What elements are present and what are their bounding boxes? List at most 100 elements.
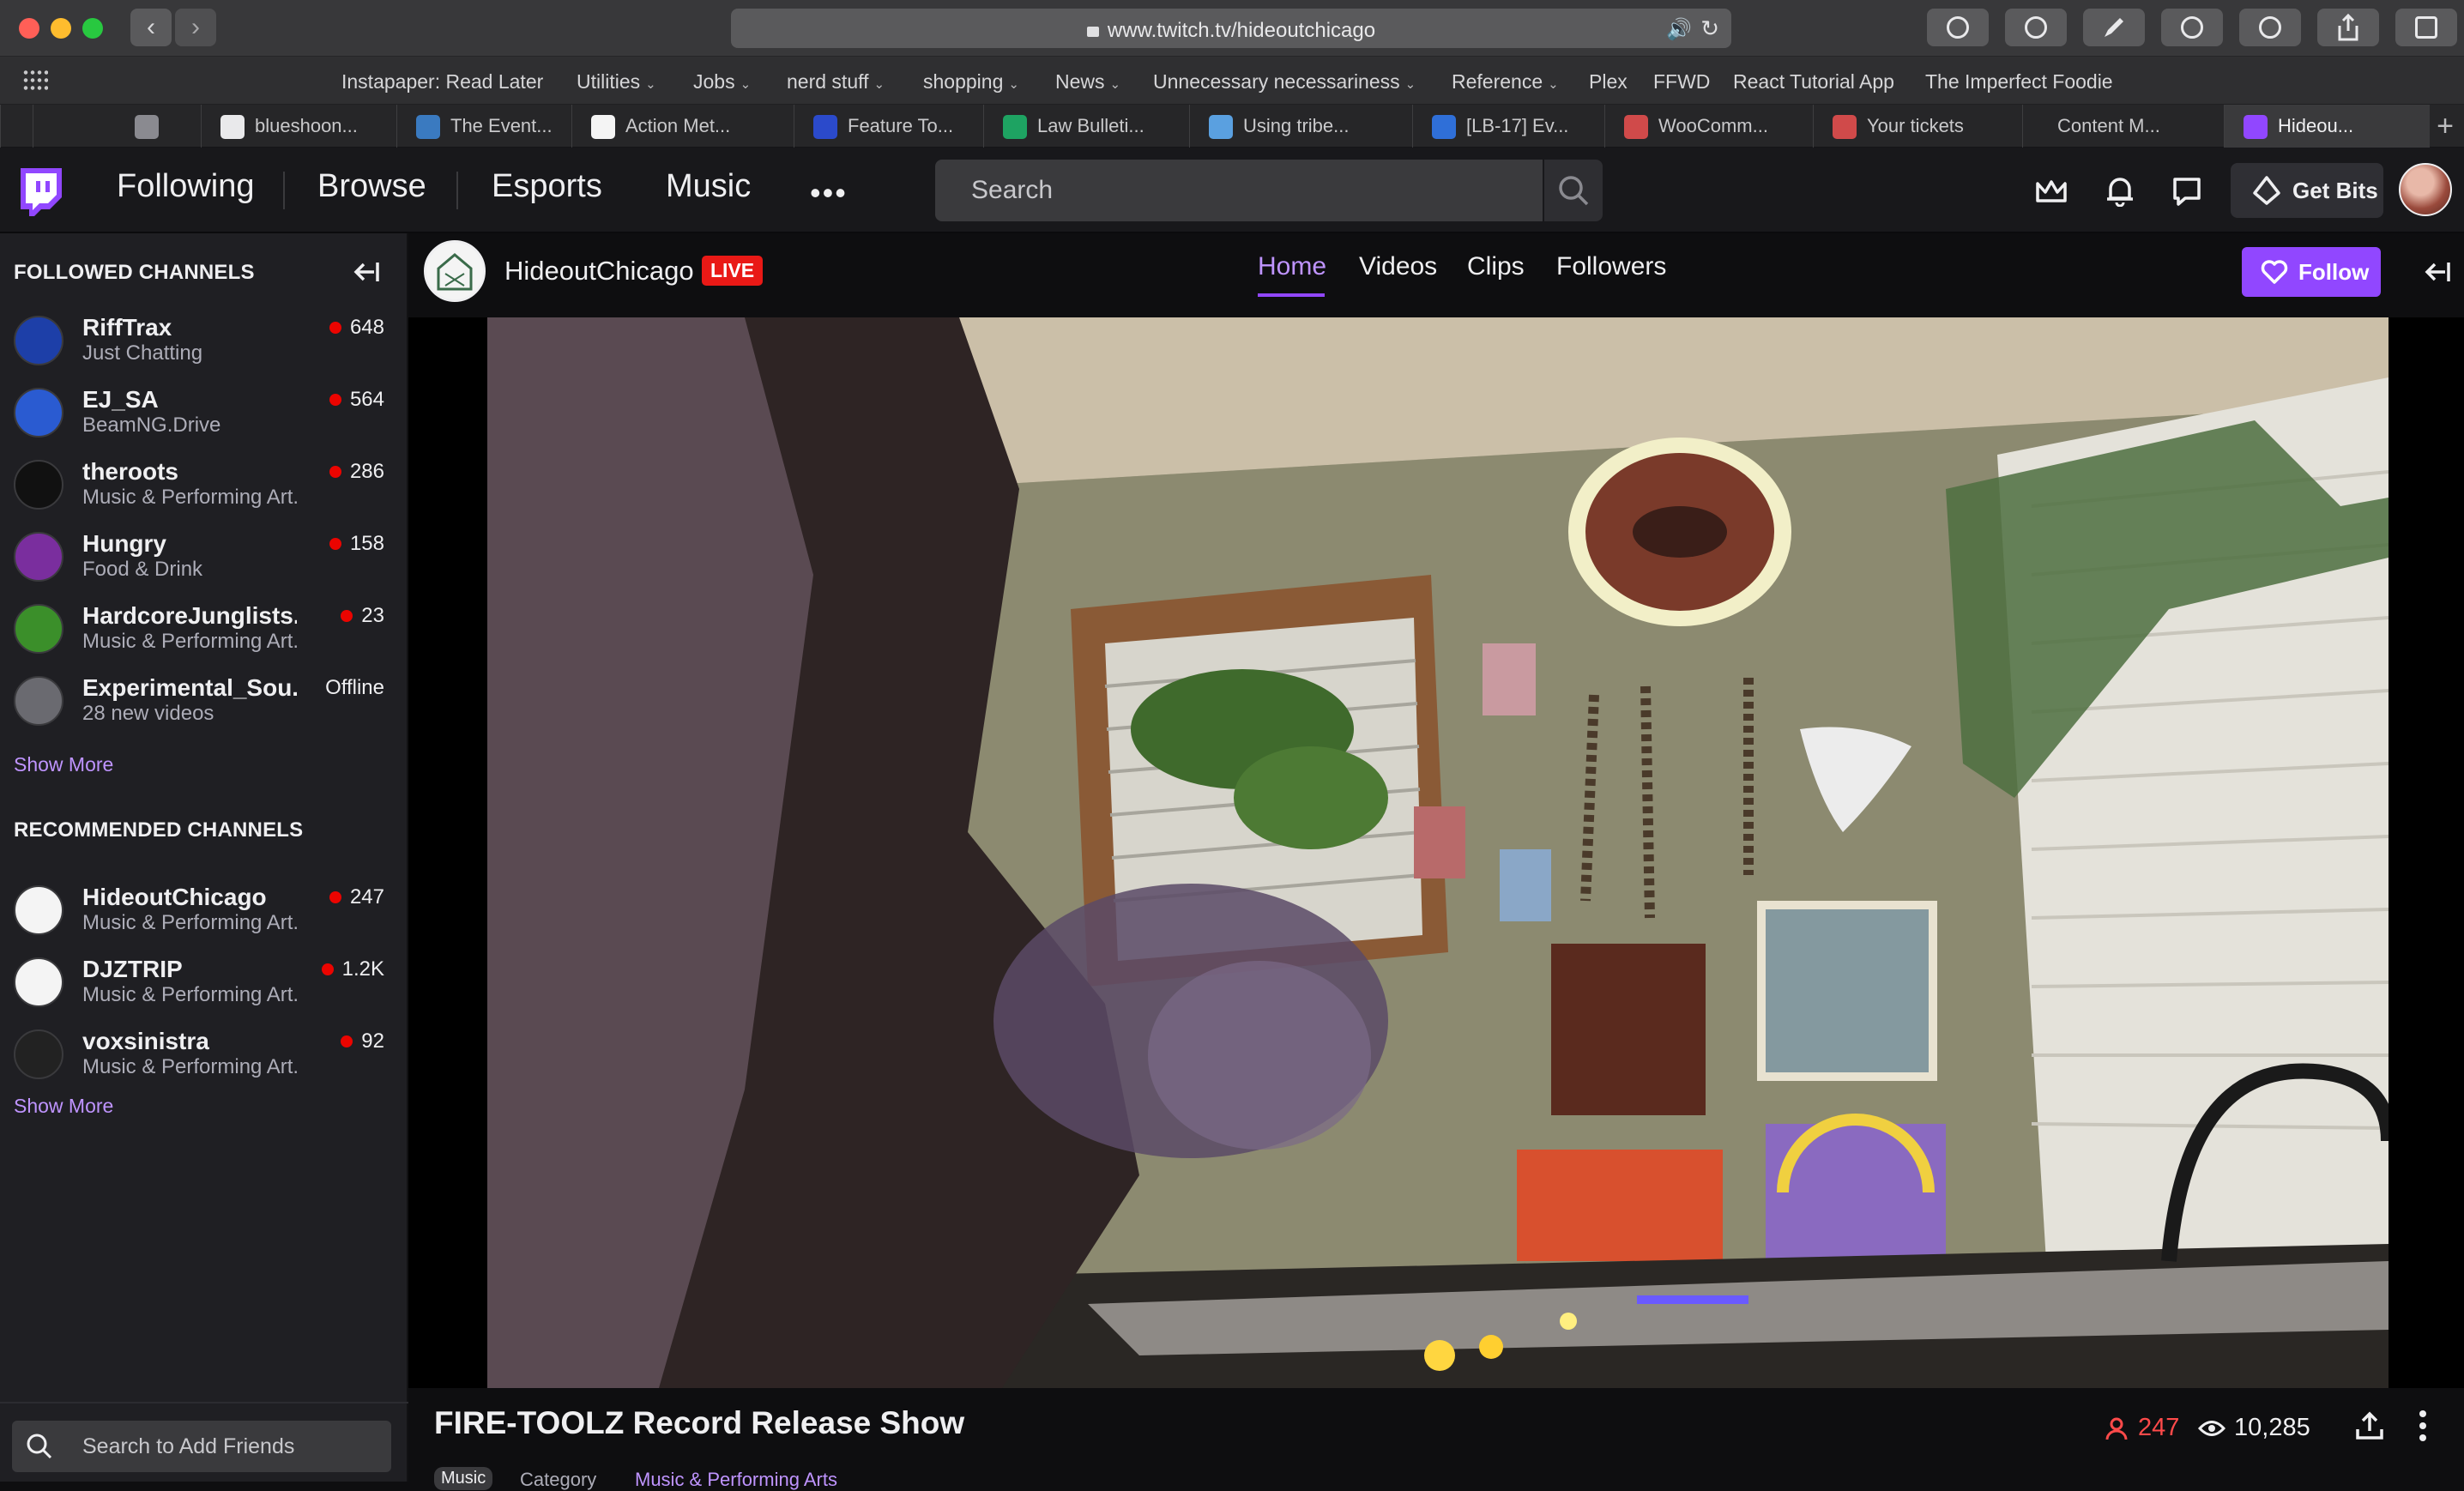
browser-tab[interactable]: Action Met... xyxy=(571,105,794,148)
nav-following[interactable]: Following xyxy=(117,168,255,205)
extension-button[interactable] xyxy=(2083,9,2145,46)
channel-viewer-count: 158 xyxy=(329,532,384,556)
browser-tab[interactable]: WooComm... xyxy=(1604,105,1813,148)
user-avatar[interactable] xyxy=(2399,163,2452,216)
tab-overview-button[interactable] xyxy=(2395,9,2457,46)
downloads-button[interactable] xyxy=(1927,9,1989,46)
bookmark-item[interactable]: React Tutorial App xyxy=(1733,70,1894,94)
channel-name: DJZTRIP xyxy=(82,956,183,982)
clock-icon xyxy=(2181,16,2203,39)
chevron-down-icon: ⌄ xyxy=(645,77,656,92)
follow-button[interactable]: Follow xyxy=(2242,247,2381,297)
channel-item[interactable]: DJZTRIP Music & Performing Art. 1.2K xyxy=(0,945,408,1017)
browser-tab[interactable]: Law Bulleti... xyxy=(983,105,1189,148)
browser-tab[interactable]: Hideou... xyxy=(2224,105,2430,148)
channel-avatar xyxy=(14,460,63,510)
channel-item[interactable]: Experimental_Sou... 28 new videos Offline xyxy=(0,664,408,736)
nav-music[interactable]: Music xyxy=(666,168,751,205)
bookmark-item[interactable]: FFWD xyxy=(1653,70,1710,94)
search-button[interactable] xyxy=(1544,160,1603,221)
password-manager-button[interactable] xyxy=(2005,9,2067,46)
back-button[interactable]: ‹ xyxy=(130,9,172,46)
bookmark-label: Utilities xyxy=(577,70,641,93)
url-text: www.twitch.tv/hideoutchicago xyxy=(1107,19,1376,42)
speaker-icon[interactable]: 🔊 xyxy=(1666,17,1692,42)
info-button[interactable] xyxy=(2239,9,2301,46)
new-tab-button[interactable]: + xyxy=(2437,110,2454,143)
show-more-recommended-link[interactable]: Show More xyxy=(14,1095,113,1118)
address-bar[interactable]: www.twitch.tv/hideoutchicago 🔊 ↻ xyxy=(731,9,1731,48)
notifications-button[interactable] xyxy=(2099,170,2141,213)
browser-tab[interactable] xyxy=(33,105,201,148)
browser-tab[interactable]: The Event... xyxy=(396,105,571,148)
channel-name[interactable]: HideoutChicago xyxy=(504,256,694,287)
category-tag[interactable]: Music xyxy=(434,1467,493,1490)
show-more-followed-link[interactable]: Show More xyxy=(14,753,113,776)
category-label: Category xyxy=(520,1469,597,1490)
collapse-sidebar-button[interactable] xyxy=(347,259,381,289)
tab-followers[interactable]: Followers xyxy=(1556,252,1666,281)
collapse-chat-button[interactable] xyxy=(2418,259,2452,289)
browser-tab[interactable]: blueshoon... xyxy=(201,105,396,148)
bookmark-item[interactable]: Jobs ⌄ xyxy=(693,70,751,94)
share-button[interactable] xyxy=(2354,1410,2385,1446)
whispers-button[interactable] xyxy=(2165,170,2208,213)
live-dot-icon xyxy=(341,610,353,622)
channel-category: BeamNG.Drive xyxy=(82,413,221,437)
apps-grid-icon[interactable] xyxy=(22,69,48,91)
tab-videos[interactable]: Videos xyxy=(1359,252,1437,281)
bookmark-item[interactable]: Instapaper: Read Later xyxy=(341,70,543,94)
browser-tab[interactable]: Feature To... xyxy=(794,105,983,148)
bookmark-item[interactable]: Utilities ⌄ xyxy=(577,70,656,94)
nav-browse[interactable]: Browse xyxy=(317,168,426,205)
forward-button[interactable]: › xyxy=(175,9,216,46)
prime-button[interactable] xyxy=(2030,170,2073,213)
bookmark-item[interactable]: shopping ⌄ xyxy=(923,70,1019,94)
bookmark-item[interactable]: Plex xyxy=(1589,70,1628,94)
search-input[interactable] xyxy=(935,160,1543,221)
viewer-count-value: 247 xyxy=(2138,1414,2180,1441)
minimize-window-button[interactable] xyxy=(51,18,71,39)
video-player[interactable] xyxy=(487,317,2389,1388)
active-tab-indicator xyxy=(1258,293,1325,297)
share-page-button[interactable] xyxy=(2317,9,2379,46)
channel-item[interactable]: HardcoreJunglists... Music & Performing A… xyxy=(0,592,408,664)
browser-tab[interactable] xyxy=(0,105,33,148)
friends-search-field[interactable] xyxy=(12,1421,391,1472)
wordpress-icon xyxy=(416,115,440,139)
bookmark-item[interactable]: nerd stuff ⌄ xyxy=(787,70,885,94)
search-field[interactable] xyxy=(935,160,1543,221)
bookmark-item[interactable]: The Imperfect Foodie xyxy=(1925,70,2113,94)
channel-item[interactable]: RiffTrax Just Chatting 648 xyxy=(0,304,408,376)
more-actions-button[interactable] xyxy=(2416,1409,2430,1447)
get-bits-label: Get Bits xyxy=(2292,177,2378,203)
category-link[interactable]: Music & Performing Arts xyxy=(635,1469,837,1491)
twitch-logo-icon[interactable] xyxy=(17,168,62,216)
bookmark-label: FFWD xyxy=(1653,70,1711,93)
channel-item[interactable]: HideoutChicago Music & Performing Art. 247 xyxy=(0,873,408,945)
channel-category: Music & Performing Art. xyxy=(82,630,299,653)
channel-item[interactable]: Hungry Food & Drink 158 xyxy=(0,520,408,592)
get-bits-button[interactable]: Get Bits xyxy=(2231,163,2383,218)
browser-tab[interactable]: Content M... xyxy=(2022,105,2224,148)
bookmark-item[interactable]: Reference ⌄ xyxy=(1452,70,1559,94)
more-options-button[interactable]: ••• xyxy=(810,175,848,211)
channel-item[interactable]: theroots Music & Performing Art. 286 xyxy=(0,448,408,520)
tab-clips[interactable]: Clips xyxy=(1467,252,1525,281)
bookmark-item[interactable]: Unnecessary necessariness ⌄ xyxy=(1153,70,1416,94)
channel-item[interactable]: EJ_SA BeamNG.Drive 564 xyxy=(0,376,408,448)
close-window-button[interactable] xyxy=(19,18,39,39)
zoom-window-button[interactable] xyxy=(82,18,103,39)
browser-tab[interactable]: Using tribe... xyxy=(1189,105,1412,148)
tab-home[interactable]: Home xyxy=(1258,252,1326,281)
browser-tab[interactable]: Your tickets xyxy=(1813,105,2022,148)
reload-icon[interactable]: ↻ xyxy=(1700,15,1719,42)
browser-tab[interactable]: [LB-17] Ev... xyxy=(1412,105,1604,148)
channel-logo[interactable] xyxy=(424,240,486,302)
bookmark-item[interactable]: News ⌄ xyxy=(1055,70,1120,94)
channel-item[interactable]: voxsinistra Music & Performing Art. 92 xyxy=(0,1017,408,1090)
history-button[interactable] xyxy=(2161,9,2223,46)
friends-search-input[interactable] xyxy=(12,1421,391,1472)
nav-esports[interactable]: Esports xyxy=(492,168,602,205)
viewer-count-value: 1.2K xyxy=(341,957,384,981)
